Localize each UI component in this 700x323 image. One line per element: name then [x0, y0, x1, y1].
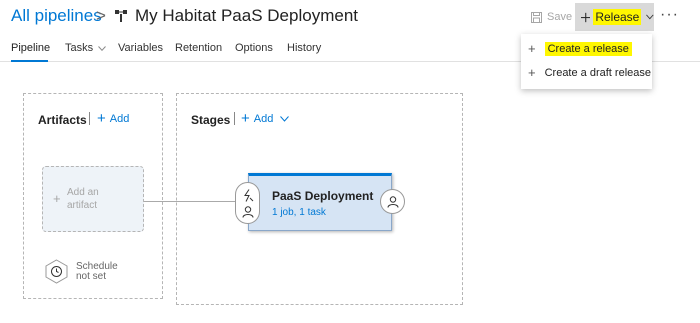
plus-icon: + — [528, 65, 536, 80]
breadcrumb-all-pipelines[interactable]: All pipelines — [11, 6, 102, 26]
add-artifact-placeholder[interactable]: + Add an artifact — [42, 166, 144, 232]
add-artifact-label: Add — [109, 112, 130, 125]
stages-title: Stages — [191, 113, 231, 127]
person-icon — [387, 196, 399, 208]
more-icon[interactable]: ··· — [660, 6, 679, 24]
artifacts-divider — [89, 112, 90, 125]
tab-tasks[interactable]: Tasks — [65, 42, 107, 54]
pipeline-icon — [115, 10, 127, 22]
chevron-down-icon — [280, 115, 290, 122]
save-icon — [531, 11, 542, 23]
plus-icon: + — [241, 110, 250, 127]
schedule-line2: not set — [76, 271, 107, 282]
stage-summary[interactable]: 1 job, 1 task — [272, 207, 326, 218]
person-icon — [242, 206, 254, 218]
menu-item-create-release[interactable]: + Create a release — [528, 41, 632, 56]
plus-icon: + — [97, 110, 106, 127]
stages-divider — [234, 112, 235, 125]
tab-options[interactable]: Options — [235, 42, 273, 54]
active-tab-indicator — [11, 60, 48, 62]
add-artifact-line1: Add an — [67, 187, 99, 198]
plus-icon: + — [528, 41, 536, 56]
add-artifact-text: Add an artifact — [67, 186, 99, 212]
save-label: Save — [547, 11, 573, 23]
tab-variables[interactable]: Variables — [118, 42, 163, 54]
header: All pipelines > My Habitat PaaS Deployme… — [0, 0, 700, 34]
release-button[interactable]: Release — [575, 3, 654, 31]
post-deployment-conditions[interactable] — [380, 189, 405, 214]
add-artifact-button[interactable]: + Add — [97, 110, 129, 127]
add-stage-button[interactable]: + Add — [241, 110, 290, 127]
add-stage-label: Add — [253, 112, 274, 125]
add-artifact-line2: artifact — [67, 200, 98, 211]
pre-deployment-conditions[interactable] — [235, 182, 260, 224]
tab-history[interactable]: History — [287, 42, 321, 54]
tab-pipeline[interactable]: Pipeline — [11, 42, 50, 54]
save-button[interactable]: Save — [531, 11, 572, 23]
create-release-label: Create a release — [544, 41, 632, 56]
release-label: Release — [593, 9, 642, 25]
release-dropdown-menu: + Create a release + Create a draft rele… — [521, 34, 652, 89]
artifacts-title: Artifacts — [38, 113, 87, 127]
clock-icon[interactable] — [44, 259, 69, 284]
menu-item-create-draft-release[interactable]: + Create a draft release — [528, 65, 651, 80]
chevron-down-icon — [646, 14, 654, 20]
lightning-icon — [244, 189, 254, 202]
tab-tasks-label: Tasks — [65, 42, 94, 54]
chevron-down-icon — [98, 46, 107, 52]
schedule-status[interactable]: Schedule not set — [76, 262, 118, 282]
breadcrumb-separator: > — [96, 6, 106, 25]
stage-card[interactable]: PaaS Deployment 1 job, 1 task — [248, 173, 392, 231]
tab-retention[interactable]: Retention — [175, 42, 222, 54]
create-draft-release-label: Create a draft release — [544, 66, 651, 79]
plus-icon: + — [53, 191, 61, 206]
stage-name: PaaS Deployment — [272, 189, 374, 203]
page-title: My Habitat PaaS Deployment — [135, 6, 358, 25]
plus-icon — [581, 12, 591, 22]
